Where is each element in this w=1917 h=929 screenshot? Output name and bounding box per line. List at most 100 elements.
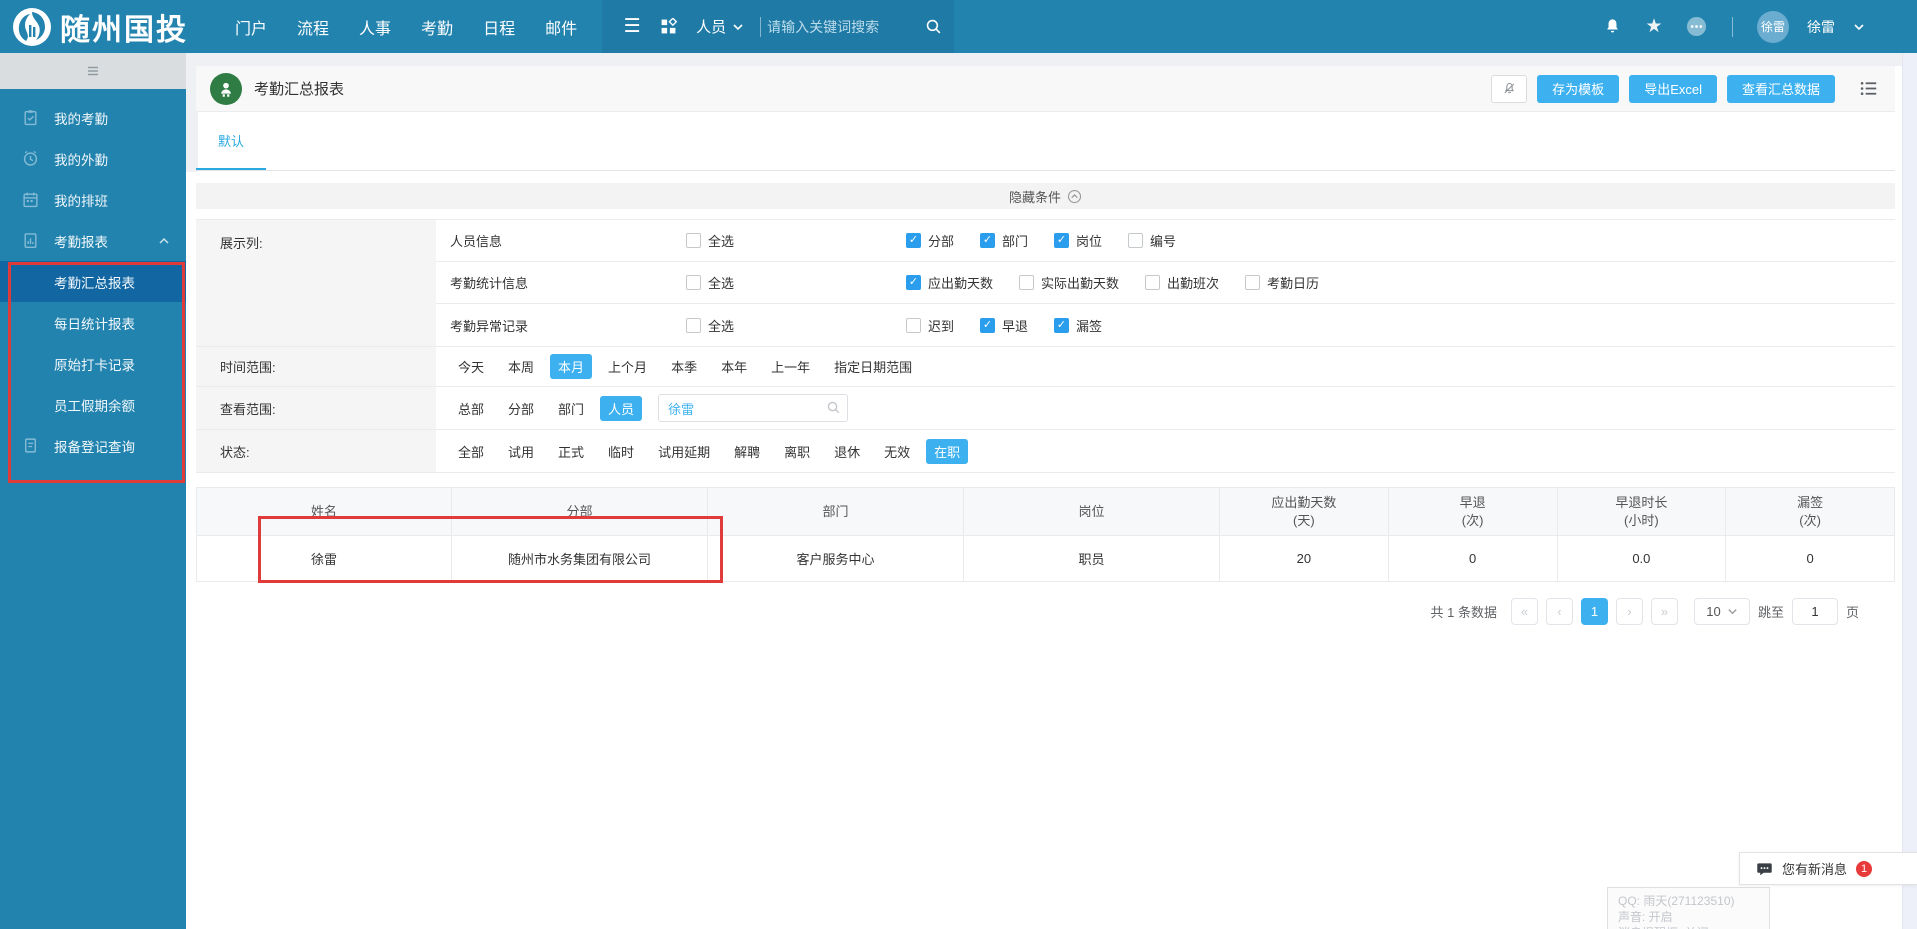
checkbox[interactable] xyxy=(1054,233,1070,248)
time-chip-last-year[interactable]: 上一年 xyxy=(763,354,818,379)
search-icon[interactable] xyxy=(925,18,942,35)
bell-icon[interactable] xyxy=(1600,15,1624,39)
sidebar-item-raw-punch-records[interactable]: 原始打卡记录 xyxy=(0,343,186,384)
sidebar-item-my-attendance[interactable]: 我的考勤 xyxy=(0,97,186,138)
status-chip-dismissed[interactable]: 解聘 xyxy=(726,439,768,464)
nav-item-hr[interactable]: 人事 xyxy=(344,0,406,53)
view-summary-data-button[interactable]: 查看汇总数据 xyxy=(1726,74,1835,103)
checkbox[interactable] xyxy=(980,233,996,248)
checkbox-option-missed-sign[interactable]: 漏签 xyxy=(1054,316,1102,335)
time-chip-this-week[interactable]: 本周 xyxy=(500,354,542,379)
sidebar-item-attendance-reports[interactable]: 考勤报表 xyxy=(0,220,186,261)
status-chip-all[interactable]: 全部 xyxy=(450,439,492,464)
new-message-bar[interactable]: 您有新消息 1 xyxy=(1739,852,1917,885)
checkbox-option-attendance-calendar[interactable]: 考勤日历 xyxy=(1245,273,1319,292)
checkbox[interactable] xyxy=(1245,275,1261,290)
pagination-next-button[interactable]: › xyxy=(1615,598,1643,625)
status-chip-resigned[interactable]: 离职 xyxy=(776,439,818,464)
checkbox-label: 漏签 xyxy=(1076,318,1103,334)
checkbox-option-number[interactable]: 编号 xyxy=(1128,231,1176,250)
checkbox-label: 分部 xyxy=(928,234,955,249)
status-chip-invalid[interactable]: 无效 xyxy=(876,439,918,464)
username[interactable]: 徐雷 xyxy=(1807,17,1835,37)
select-all-option[interactable]: 全选 xyxy=(686,273,906,292)
checkbox[interactable] xyxy=(906,275,921,290)
hide-conditions-toggle[interactable]: 隐藏条件 xyxy=(196,183,1895,209)
scope-chip-department[interactable]: 部门 xyxy=(550,396,592,421)
sidebar-item-leave-balance[interactable]: 员工假期余额 xyxy=(0,384,186,425)
mute-notification-button[interactable] xyxy=(1491,74,1528,103)
more-ellipsis-icon[interactable] xyxy=(1684,15,1708,39)
checkbox[interactable] xyxy=(906,317,921,333)
status-chip-retired[interactable]: 退休 xyxy=(826,439,868,464)
sidebar-item-attendance-summary-report[interactable]: 考勤汇总报表 xyxy=(0,261,186,302)
nav-item-portal[interactable]: 门户 xyxy=(220,0,282,53)
time-chip-this-quarter[interactable]: 本季 xyxy=(663,354,705,379)
select-all-option[interactable]: 全选 xyxy=(686,231,906,250)
sidebar-item-my-field-work[interactable]: 我的外勤 xyxy=(0,138,186,179)
checkbox-option-shifts[interactable]: 出勤班次 xyxy=(1145,273,1219,292)
new-message-text: 您有新消息 xyxy=(1782,862,1848,877)
time-chip-custom-range[interactable]: 指定日期范围 xyxy=(826,354,920,379)
pagination-prev-button[interactable]: ‹ xyxy=(1545,598,1573,625)
checkbox-option-required-days[interactable]: 应出勤天数 xyxy=(906,273,993,292)
checkbox[interactable] xyxy=(906,233,921,248)
time-chip-this-year[interactable]: 本年 xyxy=(713,354,755,379)
favorites-star-icon[interactable]: ★ xyxy=(1642,15,1666,39)
scope-chip-person[interactable]: 人员 xyxy=(600,395,643,421)
tab-default[interactable]: 默认 xyxy=(196,112,267,170)
jump-page-input[interactable] xyxy=(1791,598,1838,625)
pagination-last-button[interactable]: » xyxy=(1650,598,1678,625)
sidebar-item-daily-stats-report[interactable]: 每日统计报表 xyxy=(0,302,186,343)
person-search-input[interactable] xyxy=(658,394,849,422)
vertical-scrollbar[interactable] xyxy=(1902,53,1917,929)
global-search-input[interactable] xyxy=(767,18,918,35)
apps-grid-icon[interactable] xyxy=(650,0,686,53)
select-all-checkbox[interactable] xyxy=(686,317,701,333)
pagination-page-1-button[interactable]: 1 xyxy=(1580,598,1608,625)
time-chip-today[interactable]: 今天 xyxy=(450,354,492,379)
export-excel-button[interactable]: 导出Excel xyxy=(1629,74,1717,103)
select-all-checkbox[interactable] xyxy=(686,275,701,290)
nav-item-schedule[interactable]: 日程 xyxy=(468,0,530,53)
checkbox[interactable] xyxy=(1128,233,1144,248)
nav-item-attendance[interactable]: 考勤 xyxy=(406,0,468,53)
checkbox-option-actual-days[interactable]: 实际出勤天数 xyxy=(1019,273,1119,292)
sidebar-item-report-registration-query[interactable]: 报备登记查询 xyxy=(0,425,186,466)
user-menu-chevron-icon[interactable] xyxy=(1853,21,1865,33)
scope-chip-headquarters[interactable]: 总部 xyxy=(450,396,492,421)
status-chip-probation[interactable]: 试用 xyxy=(500,439,542,464)
save-template-button[interactable]: 存为模板 xyxy=(1537,74,1620,103)
checkbox[interactable] xyxy=(980,317,996,333)
nav-item-mail[interactable]: 邮件 xyxy=(530,0,592,53)
status-chip-active[interactable]: 在职 xyxy=(926,438,969,464)
menu-hamburger-icon[interactable]: ☰ xyxy=(614,0,650,53)
checkbox[interactable] xyxy=(1054,317,1070,333)
checkbox[interactable] xyxy=(1019,275,1035,290)
module-selector[interactable]: 人员 xyxy=(686,0,754,53)
user-avatar[interactable]: 徐雷 xyxy=(1757,10,1789,43)
page-size-select[interactable]: 10 xyxy=(1693,598,1750,625)
status-chip-probation-extended[interactable]: 试用延期 xyxy=(650,439,718,464)
sidebar-collapse-button[interactable] xyxy=(0,53,186,89)
select-all-label: 全选 xyxy=(708,318,735,334)
logo[interactable]: 随州国投 xyxy=(0,5,202,49)
select-all-option[interactable]: 全选 xyxy=(686,316,906,335)
search-icon[interactable] xyxy=(826,400,841,415)
time-chip-this-month[interactable]: 本月 xyxy=(550,354,593,379)
status-chip-formal[interactable]: 正式 xyxy=(550,439,592,464)
time-chip-last-month[interactable]: 上个月 xyxy=(600,354,655,379)
checkbox[interactable] xyxy=(1145,275,1161,290)
nav-item-workflow[interactable]: 流程 xyxy=(282,0,344,53)
pagination-first-button[interactable]: « xyxy=(1510,598,1538,625)
status-chip-temporary[interactable]: 临时 xyxy=(600,439,642,464)
checkbox-option-early-leave[interactable]: 早退 xyxy=(980,316,1028,335)
checkbox-option-late[interactable]: 迟到 xyxy=(906,316,954,335)
select-all-checkbox[interactable] xyxy=(686,233,701,248)
checkbox-option-position[interactable]: 岗位 xyxy=(1054,231,1102,250)
list-view-icon[interactable] xyxy=(1855,76,1881,102)
checkbox-option-department[interactable]: 部门 xyxy=(980,231,1028,250)
checkbox-option-branch[interactable]: 分部 xyxy=(906,231,954,250)
sidebar-item-my-shifts[interactable]: 我的排班 xyxy=(0,179,186,220)
scope-chip-branch[interactable]: 分部 xyxy=(500,396,542,421)
